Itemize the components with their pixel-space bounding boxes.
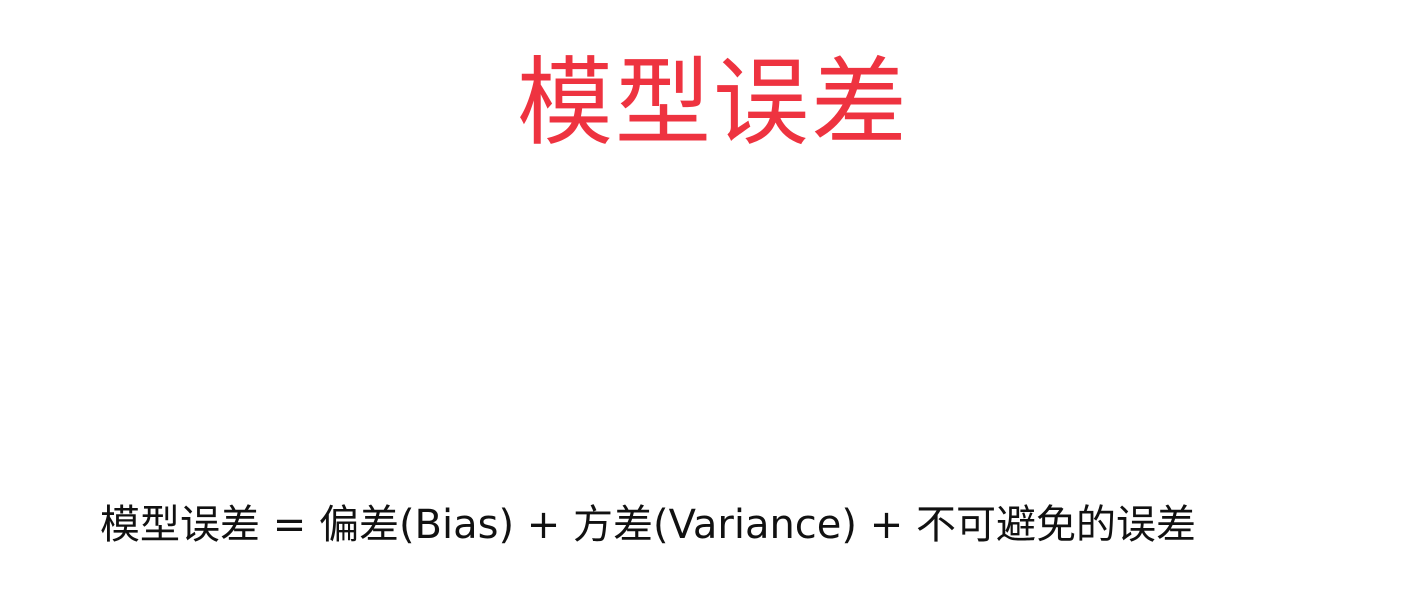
error-formula: 模型误差 = 偏差(Bias) + 方差(Variance) + 不可避免的误差 [100,502,1196,548]
slide-title: 模型误差 [517,47,909,159]
slide: 模型误差 模型误差 = 偏差(Bias) + 方差(Variance) + 不可… [0,0,1426,589]
